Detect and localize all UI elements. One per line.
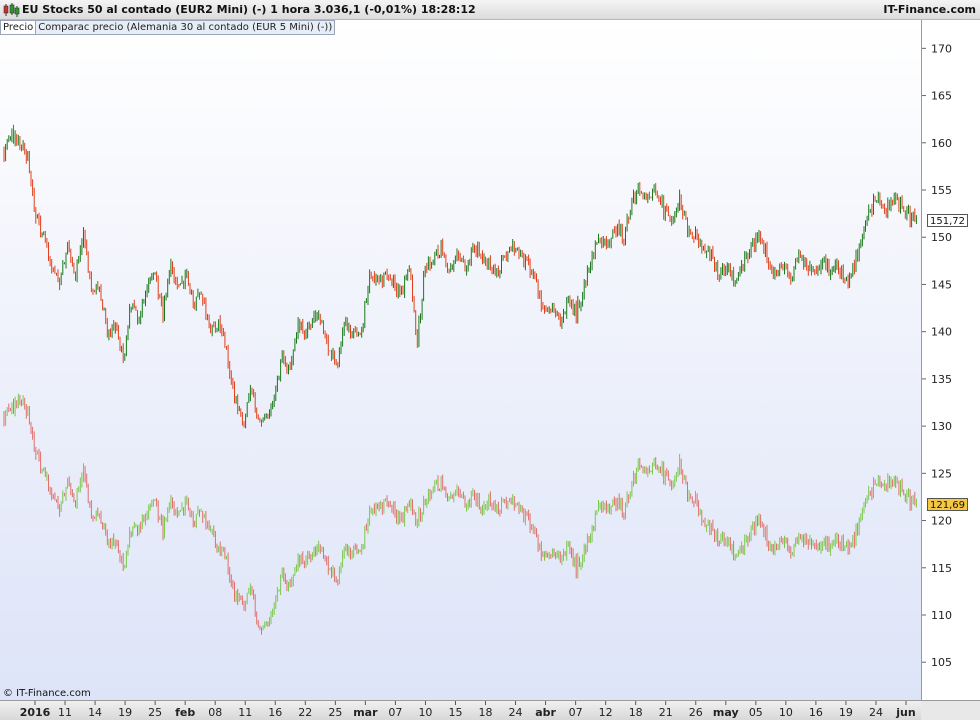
- plot-area[interactable]: [0, 20, 922, 700]
- x-axis-ticks: 2016 11 14 19 25 feb 08 11 16 22 25 mar 07 10 15 18 24 ab…: [20, 701, 916, 719]
- x-tick-label: 24: [509, 706, 523, 719]
- x-tick-label: 24: [869, 706, 883, 719]
- copyright-label: © IT-Finance.com: [3, 688, 91, 699]
- y-tick-label: 125: [931, 467, 952, 480]
- x-tick-label: 08: [208, 706, 222, 719]
- y-tick-label: 140: [931, 326, 952, 339]
- compare-series: [3, 393, 917, 635]
- x-tick-label: may: [713, 706, 739, 719]
- x-tick-label: abr: [535, 706, 556, 719]
- x-tick-label: 21: [659, 706, 673, 719]
- y-axis[interactable]: 105 110 115 120 125 130 135 140 145 150 155 160 165 1…: [922, 20, 980, 700]
- axis-corner: [921, 700, 980, 720]
- x-tick-label: feb: [175, 706, 195, 719]
- x-tick-label: 19: [118, 706, 132, 719]
- x-axis[interactable]: 2016 11 14 19 25 feb 08 11 16 22 25 mar 07 10 15 18 24 ab…: [0, 700, 921, 720]
- brand-label[interactable]: IT-Finance.com: [883, 3, 976, 16]
- x-tick-label: 16: [268, 706, 282, 719]
- x-tick-label: 14: [88, 706, 102, 719]
- x-tick-label: 05: [749, 706, 763, 719]
- x-tick-label: 10: [418, 706, 432, 719]
- y-tick-label: 110: [931, 609, 952, 622]
- x-tick-label: 26: [689, 706, 703, 719]
- x-tick-label: 18: [479, 706, 493, 719]
- x-tick-label: 15: [448, 706, 462, 719]
- y-tick-label: 130: [931, 420, 952, 433]
- candlestick-icon: [3, 2, 20, 17]
- y-tick-label: 155: [931, 184, 952, 197]
- x-tick-label: 07: [569, 706, 583, 719]
- y-tick-label: 150: [931, 231, 952, 244]
- y-axis-ticks: 105 110 115 120 125 130 135 140 145 150 155 160 165 1…: [922, 42, 952, 669]
- indicator-tabs: Precio Comparac precio (Alemania 30 al c…: [0, 20, 336, 35]
- x-tick-label: 16: [809, 706, 823, 719]
- x-tick-label: 18: [629, 706, 643, 719]
- x-tick-label: 07: [388, 706, 402, 719]
- x-tick-label: 2016: [20, 706, 51, 719]
- tab-precio[interactable]: Precio: [0, 20, 37, 35]
- x-tick-label: 11: [238, 706, 252, 719]
- x-tick-label: 25: [148, 706, 162, 719]
- price-chart[interactable]: [0, 20, 921, 700]
- tab-comparison[interactable]: Comparac precio (Alemania 30 al contado …: [35, 20, 336, 35]
- compare-last-price-label: 121,69: [927, 497, 968, 511]
- y-tick-label: 120: [931, 515, 952, 528]
- y-tick-label: 160: [931, 137, 952, 150]
- y-tick-label: 105: [931, 656, 952, 669]
- main-series: [3, 124, 917, 429]
- y-tick-label: 135: [931, 373, 952, 386]
- last-price-label: 151,72: [927, 213, 968, 227]
- x-tick-label: jun: [895, 706, 915, 719]
- x-tick-label: 22: [298, 706, 312, 719]
- y-tick-label: 170: [931, 42, 952, 55]
- x-tick-label: mar: [353, 706, 378, 719]
- x-tick-label: 11: [58, 706, 72, 719]
- chart-title: EU Stocks 50 al contado (EUR2 Mini) (-) …: [22, 3, 476, 16]
- x-tick-label: 12: [599, 706, 613, 719]
- x-tick-label: 25: [328, 706, 342, 719]
- y-tick-label: 115: [931, 562, 952, 575]
- y-tick-label: 165: [931, 90, 952, 103]
- chart-header: EU Stocks 50 al contado (EUR2 Mini) (-) …: [0, 0, 980, 20]
- x-tick-label: 19: [839, 706, 853, 719]
- x-tick-label: 10: [779, 706, 793, 719]
- y-tick-label: 145: [931, 278, 952, 291]
